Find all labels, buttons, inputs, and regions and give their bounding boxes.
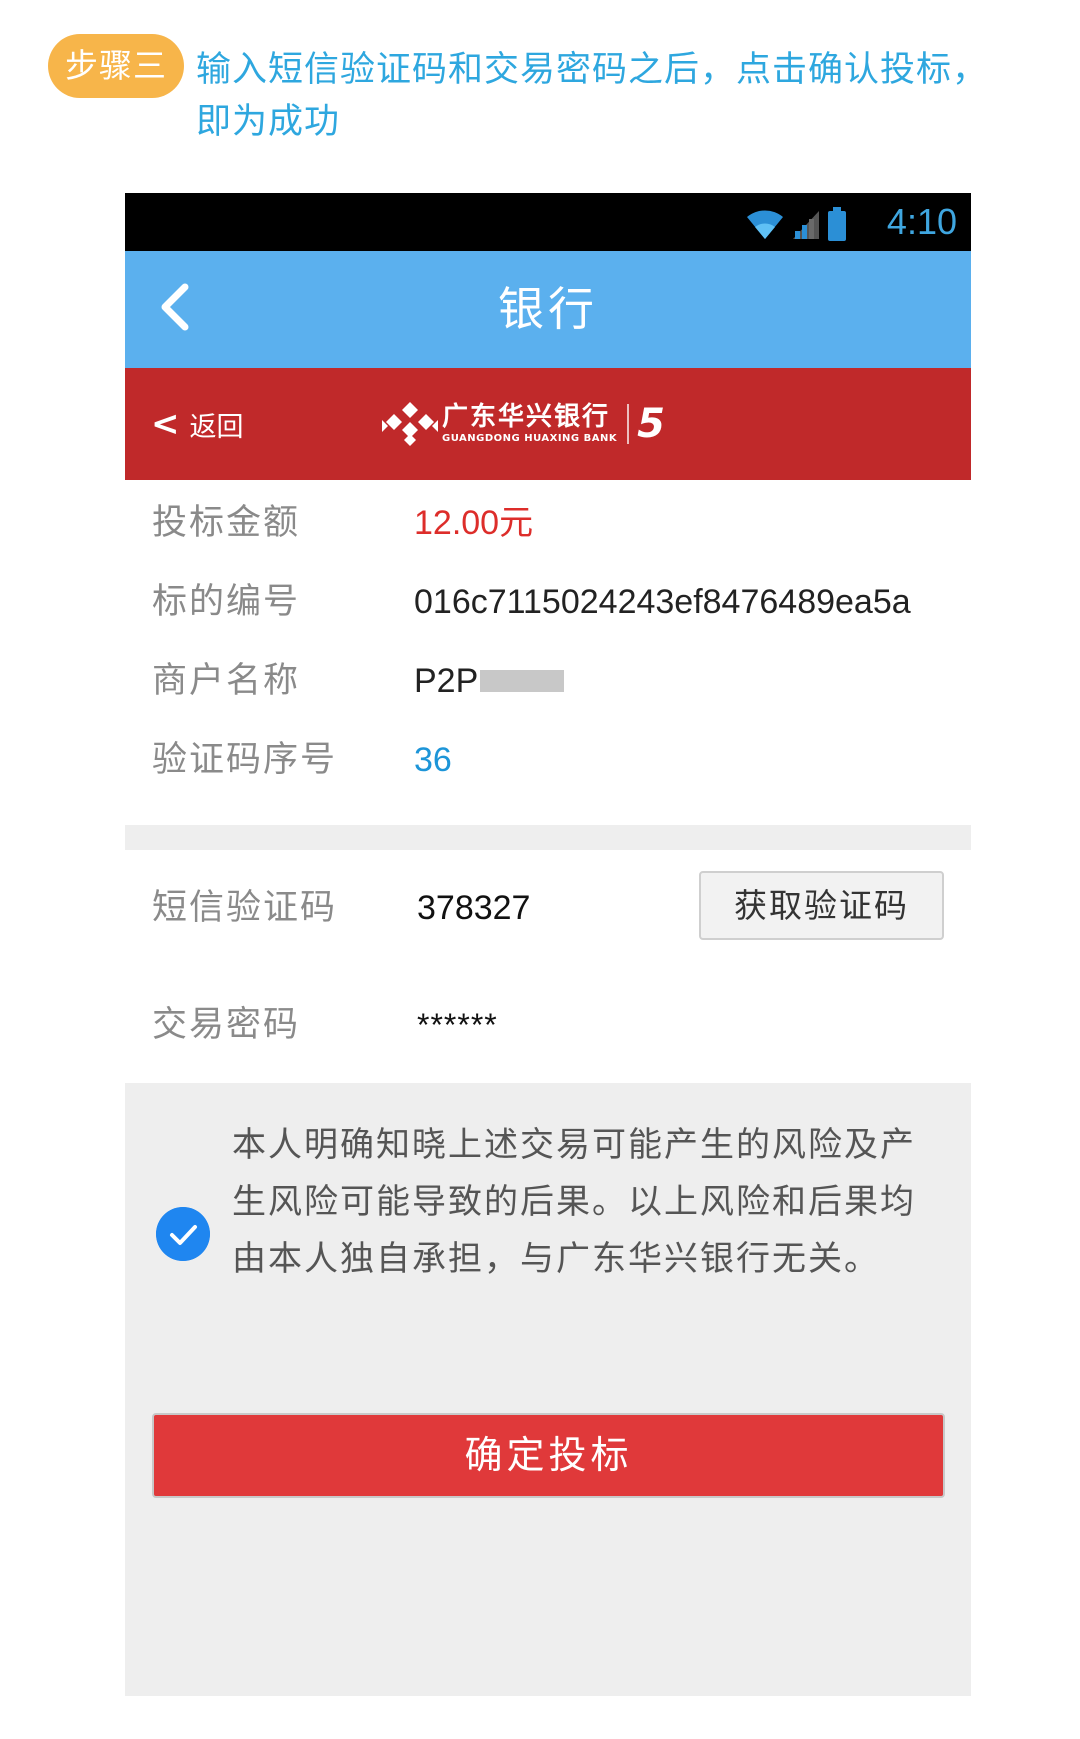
bank-logo: 广东华兴银行 GUANGDONG HUAXING BANK 5 [380, 396, 665, 452]
risk-consent: 本人明确知晓上述交易可能产生的风险及产生风险可能导致的后果。以上风险和后果均由本… [125, 1083, 971, 1383]
merchant-value-wrap: P2P [414, 638, 565, 724]
amount-value: 12.00元 [414, 504, 534, 542]
anniversary-mark: 5 [637, 401, 665, 447]
bid-id-value: 016c7115024243ef8476489ea5a [414, 583, 911, 621]
bank-back-arrow-icon: < [151, 404, 180, 444]
status-bar: 4:10 [125, 193, 971, 251]
page: 步骤三 输入短信验证码和交易密码之后，点击确认投标，即为成功 4:10 银行 <… [0, 0, 1080, 1739]
battery-icon [828, 207, 846, 241]
section-divider [125, 825, 971, 850]
page-title: 银行 [498, 282, 598, 336]
logo-divider [627, 404, 630, 444]
sms-code-row: 短信验证码 378327 获取验证码 [125, 850, 971, 967]
password-label: 交易密码 [152, 1005, 301, 1045]
amount-label: 投标金额 [152, 503, 301, 543]
status-time: 4:10 [886, 201, 957, 242]
verification-form: 短信验证码 378327 获取验证码 交易密码 ****** [125, 850, 971, 1083]
bid-id-label: 标的编号 [152, 582, 301, 622]
bank-logo-icon [382, 402, 438, 446]
bank-header: < 返回 广东华兴银行 GUANGDONG HUAXING BANK 5 [125, 368, 971, 480]
bank-back-button[interactable]: < 返回 [151, 368, 244, 480]
bank-name-cn: 广东华兴银行 [442, 402, 611, 432]
serial-value: 36 [414, 741, 452, 779]
detail-row-bid-id: 标的编号 016c7115024243ef8476489ea5a [125, 559, 971, 645]
get-code-button[interactable]: 获取验证码 [699, 871, 944, 940]
consent-checkbox[interactable] [156, 1207, 210, 1261]
detail-row-merchant: 商户名称 P2P [125, 638, 971, 724]
bank-names: 广东华兴银行 GUANGDONG HUAXING BANK [442, 402, 617, 446]
sms-code-label: 短信验证码 [152, 888, 338, 928]
phone-screen: 4:10 银行 < 返回 广东华兴银行 GUANGDONG HUAXING BA… [125, 193, 971, 1696]
consent-text: 本人明确知晓上述交易可能产生的风险及产生风险可能导致的后果。以上风险和后果均由本… [232, 1125, 916, 1279]
password-input[interactable]: ****** [417, 967, 498, 1083]
detail-row-serial: 验证码序号 36 [125, 717, 971, 803]
wifi-icon [747, 210, 783, 239]
signal-icon [793, 211, 819, 239]
password-row: 交易密码 ****** [125, 967, 971, 1083]
merchant-redaction [480, 670, 565, 693]
detail-row-amount: 投标金额 12.00元 [125, 480, 971, 566]
step-instruction: 输入短信验证码和交易密码之后，点击确认投标，即为成功 [196, 50, 989, 142]
status-icons [745, 205, 847, 241]
app-bar: 银行 [125, 251, 971, 368]
step-badge: 步骤三 [48, 34, 184, 98]
sms-code-input[interactable]: 378327 [417, 850, 530, 967]
bank-back-label: 返回 [189, 411, 244, 443]
serial-label: 验证码序号 [152, 740, 338, 780]
merchant-value: P2P [414, 662, 479, 700]
merchant-label: 商户名称 [152, 661, 301, 701]
bid-details: 投标金额 12.00元 标的编号 016c7115024243ef8476489… [125, 480, 971, 825]
bank-name-en: GUANGDONG HUAXING BANK [442, 433, 618, 444]
confirm-bid-button[interactable]: 确定投标 [152, 1413, 945, 1498]
